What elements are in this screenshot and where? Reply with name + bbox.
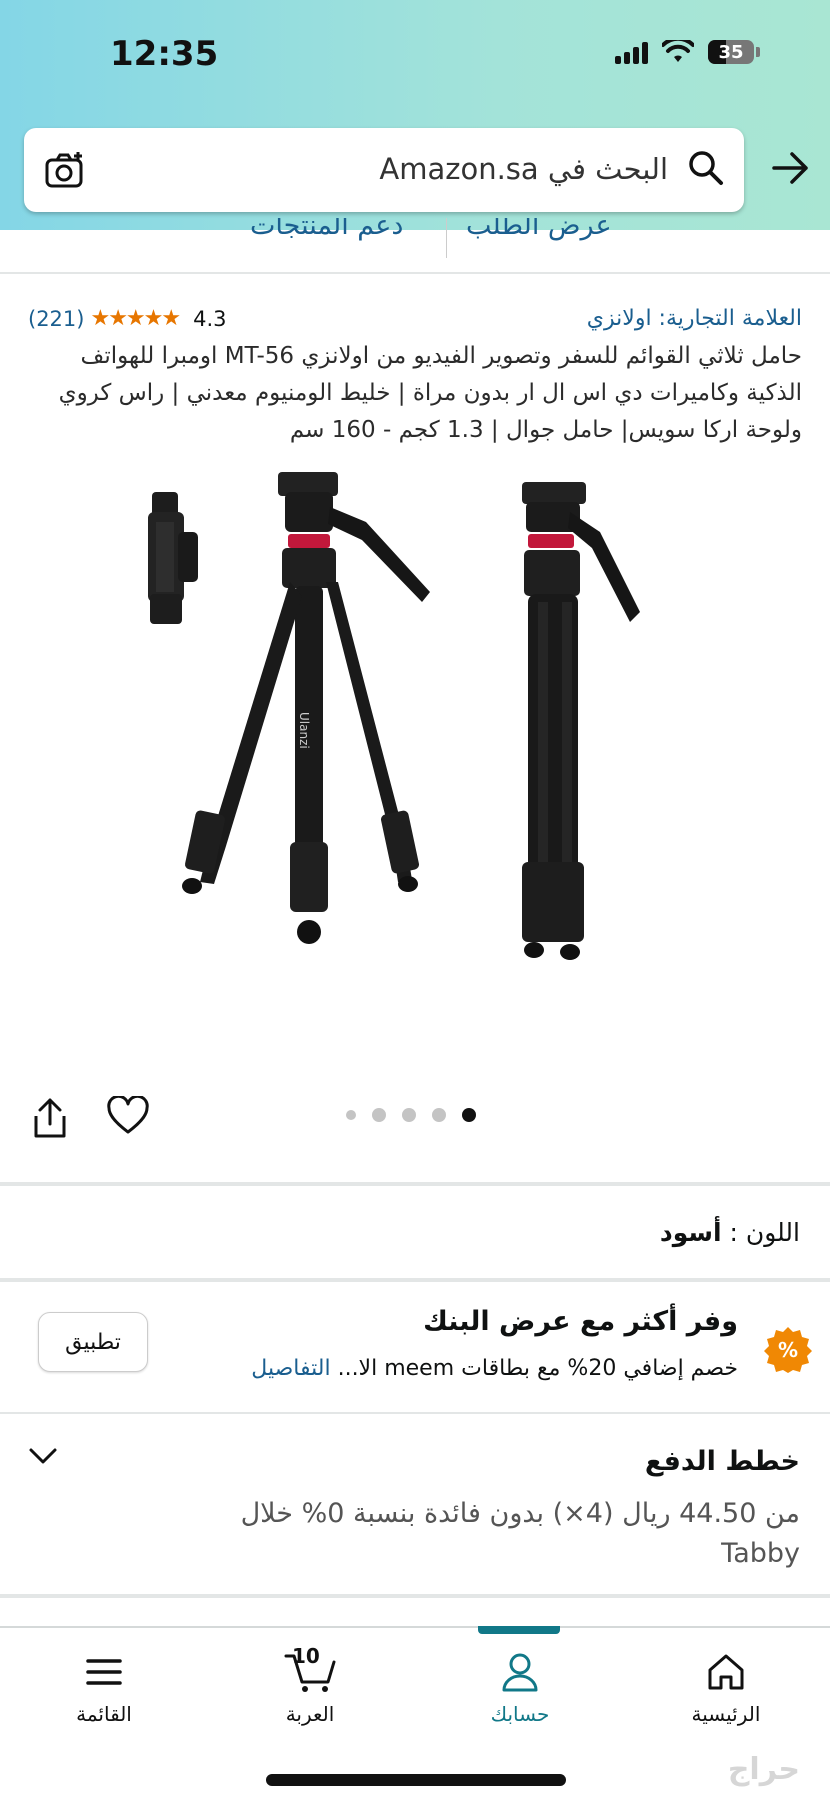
battery-icon: 35 [708,40,754,64]
payment-plans-title[interactable]: خطط الدفع [645,1446,800,1477]
offer-description: خصم إضافي 20% مع بطاقات meem الا... التف… [251,1356,738,1381]
share-icon[interactable] [30,1096,70,1140]
color-selector[interactable]: اللون : أسود [660,1218,800,1247]
watermark: حراج [727,1752,800,1787]
battery-level: 35 [718,41,744,63]
stars-icon: ★★★★★ [90,306,181,331]
signal-icon [615,40,648,64]
tripod-right-image [522,482,640,960]
nav-account-label: حسابك [490,1702,550,1726]
header: 12:35 35 البحث في Amazon.sa [0,0,830,230]
divider [0,1182,830,1186]
carousel-dot[interactable] [346,1110,356,1120]
apply-offer-button[interactable]: تطبيق [38,1312,148,1372]
product-support-link[interactable]: دعم المنتجات [250,218,403,241]
brand-link[interactable]: العلامة التجارية: اولانزي [587,306,802,331]
percent-glyph: % [778,1338,798,1362]
percent-badge-icon: % [764,1327,812,1373]
nav-home-label: الرئيسية [691,1702,761,1726]
rating-value: 4.3 [193,306,227,331]
carousel-dot-active[interactable] [462,1108,476,1122]
phone-clamp-image [148,492,198,624]
brand-imprint: Ulanzi [297,712,311,749]
image-carousel-dots[interactable] [346,1108,476,1122]
search-placeholder: البحث في Amazon.sa [379,152,668,186]
camera-search-icon[interactable] [44,150,86,190]
carousel-dot[interactable] [402,1108,416,1122]
carousel-dot[interactable] [372,1108,386,1122]
nav-account[interactable]: حسابك [450,1650,590,1726]
color-value: أسود [659,1218,722,1247]
carousel-dot[interactable] [432,1108,446,1122]
review-count[interactable]: (221) [28,307,84,331]
home-indicator[interactable] [266,1774,566,1786]
product-image[interactable]: Ulanzi [130,462,700,1032]
divider [0,1278,830,1282]
nav-cart-label: العربة [285,1702,335,1726]
offer-text: خصم إضافي 20% مع بطاقات meem الا... [337,1356,738,1381]
status-time: 12:35 [110,34,219,74]
nav-menu[interactable]: القائمة [34,1650,174,1726]
search-icon[interactable] [686,148,726,188]
cart-count-badge: 10 [292,1644,320,1668]
home-icon [708,1654,744,1690]
status-icons: 35 [615,40,760,64]
tripod-left-image: Ulanzi [182,472,430,944]
search-input[interactable]: البحث في Amazon.sa [24,128,744,212]
wifi-icon [662,40,694,62]
nav-menu-label: القائمة [76,1702,132,1726]
nav-cart[interactable]: 10 العربة [240,1644,380,1726]
divider [0,1594,830,1598]
product-title: حامل ثلاثي القوائم للسفر وتصوير الفيديو … [58,343,802,443]
chevron-down-icon[interactable] [28,1446,58,1466]
color-label: اللون : [729,1218,800,1247]
payment-plans-description: من 44.50 ريال (4×) بدون فائدة بنسبة 0% خ… [240,1498,800,1569]
nav-home[interactable]: الرئيسية [656,1650,796,1726]
menu-icon [86,1659,122,1685]
breadcrumb: عرض الطلب دعم المنتجات [0,218,830,274]
rating-row[interactable]: (221) ★★★★★ 4.3 [28,306,227,331]
offer-details-link[interactable]: التفاصيل [251,1356,330,1381]
divider [0,1412,830,1414]
order-view-link[interactable]: عرض الطلب [466,218,612,241]
account-icon [502,1653,538,1692]
heart-icon[interactable] [106,1096,150,1136]
active-tab-indicator [478,1626,560,1634]
arrow-right-icon[interactable] [770,150,812,186]
offer-title: وفر أكثر مع عرض البنك [423,1306,738,1337]
